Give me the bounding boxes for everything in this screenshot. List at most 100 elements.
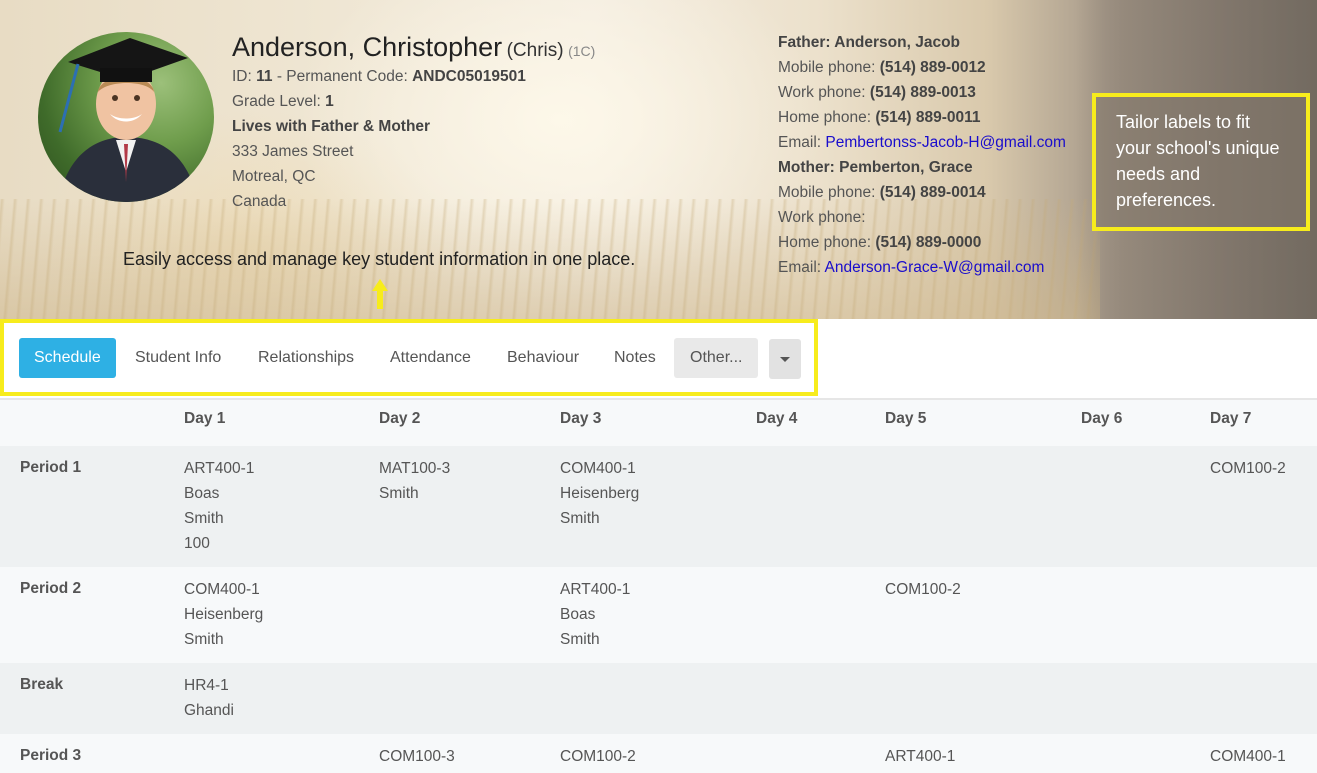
schedule-cell-line: Boas: [560, 606, 596, 623]
period-label: Period 2: [20, 580, 82, 597]
father-mobile: (514) 889-0012: [879, 59, 986, 76]
student-nickname: (Chris): [506, 40, 564, 61]
day-header: Day 4: [756, 410, 798, 427]
schedule-cell-line: Smith: [184, 631, 224, 648]
student-id-label: ID:: [232, 68, 257, 85]
student-name: Anderson, Christopher: [232, 32, 503, 62]
grade-level: 1: [325, 93, 334, 110]
tab-attendance[interactable]: Attendance: [390, 338, 471, 378]
mother-home-line: Home phone: (514) 889-0000: [778, 234, 981, 252]
tab-student-info[interactable]: Student Info: [135, 338, 221, 378]
schedule-cell-line: Ghandi: [184, 702, 234, 719]
father-email-link[interactable]: Pembertonss-Jacob-H@gmail.com: [825, 134, 1066, 151]
schedule-cell-line: Smith: [379, 485, 419, 502]
father-work-label: Work phone:: [778, 84, 870, 101]
schedule-cell-line: HR4-1: [184, 677, 229, 694]
father-home-label: Home phone:: [778, 109, 876, 126]
student-id-line: ID: 11 - Permanent Code: ANDC05019501: [232, 68, 526, 86]
schedule-cell-line: COM400-1: [1210, 748, 1286, 765]
tab-schedule[interactable]: Schedule: [19, 338, 116, 378]
mother-work-line: Work phone:: [778, 209, 866, 227]
schedule-cell-line: ART400-1: [560, 581, 631, 598]
caret-down-icon: [780, 357, 790, 362]
student-avatar: [38, 32, 214, 202]
schedule-cell: ART400-1: [885, 744, 955, 769]
father-work-line: Work phone: (514) 889-0013: [778, 84, 976, 102]
mother-mobile: (514) 889-0014: [879, 184, 986, 201]
tab-notes[interactable]: Notes: [614, 338, 656, 378]
schedule-cell-line: Smith: [184, 510, 224, 527]
schedule-cell-line: ART400-1: [885, 748, 956, 765]
schedule-cell-line: COM100-2: [1210, 460, 1286, 477]
student-id: 11: [256, 68, 273, 85]
schedule-cell: COM100-2: [1210, 456, 1286, 481]
father-email-line: Email: Pembertonss-Jacob-H@gmail.com: [778, 134, 1066, 152]
more-tabs-dropdown[interactable]: [769, 339, 801, 379]
schedule-cell: HR4-1 Ghandi: [184, 673, 234, 723]
address-line-1: 333 James Street: [232, 143, 354, 160]
day-header: Day 6: [1081, 410, 1123, 427]
schedule-cell: COM100-3: [379, 744, 455, 769]
mother-home: (514) 889-0000: [875, 234, 982, 251]
student-grade-code: (1C): [568, 43, 596, 59]
mother-heading: Mother: Pemberton, Grace: [778, 159, 973, 177]
schedule-cell-line: COM100-2: [560, 748, 636, 765]
day-header: Day 7: [1210, 410, 1252, 427]
mother-email-label: Email:: [778, 259, 825, 276]
schedule-cell: ART400-1 Boas Smith 100: [184, 456, 254, 556]
schedule-cell: COM400-1 Heisenberg Smith: [184, 577, 263, 652]
schedule-cell-line: 100: [184, 535, 210, 552]
tagline-annotation: Easily access and manage key student inf…: [123, 249, 636, 269]
mother-home-label: Home phone:: [778, 234, 876, 251]
table-row: [0, 734, 1317, 773]
day-header: Day 1: [184, 410, 226, 427]
period-label: Period 1: [20, 459, 82, 476]
mother-work-label: Work phone:: [778, 209, 866, 226]
student-photo-icon: [58, 38, 198, 202]
mother-mobile-line: Mobile phone: (514) 889-0014: [778, 184, 986, 202]
schedule-cell-line: MAT100-3: [379, 460, 451, 477]
schedule-cell-line: ART400-1: [184, 460, 255, 477]
father-mobile-line: Mobile phone: (514) 889-0012: [778, 59, 986, 77]
lives-with-text: Lives with Father & Mother: [232, 118, 431, 135]
schedule-cell: MAT100-3 Smith: [379, 456, 450, 506]
schedule-cell: COM400-1 Heisenberg Smith: [560, 456, 639, 531]
schedule-cell: COM100-2: [885, 577, 961, 602]
schedule-cell-line: COM100-2: [885, 581, 961, 598]
permanent-code: ANDC05019501: [412, 68, 526, 85]
arrow-up-icon: [372, 279, 388, 309]
tab-behaviour[interactable]: Behaviour: [507, 338, 579, 378]
tab-other[interactable]: Other...: [674, 338, 759, 378]
schedule-cell-line: Smith: [560, 510, 600, 527]
period-label: Break: [20, 676, 64, 693]
mother-email-link[interactable]: Anderson-Grace-W@gmail.com: [825, 259, 1045, 276]
schedule-cell-line: COM400-1: [560, 460, 636, 477]
schedule-cell-line: Heisenberg: [560, 485, 640, 502]
father-mobile-label: Mobile phone:: [778, 59, 880, 76]
father-home-line: Home phone: (514) 889-0011: [778, 109, 981, 127]
period-label: Period 3: [20, 747, 82, 764]
address-line-2: Motreal, QC: [232, 168, 316, 185]
schedule-cell: COM400-1: [1210, 744, 1286, 769]
mother-heading-text: Mother: Pemberton, Grace: [778, 159, 973, 176]
permanent-code-label: - Permanent Code:: [272, 68, 413, 85]
father-email-label: Email:: [778, 134, 826, 151]
schedule-cell-line: Boas: [184, 485, 220, 502]
father-work: (514) 889-0013: [869, 84, 976, 101]
lives-with: Lives with Father & Mother: [232, 118, 430, 136]
schedule-cell-line: COM400-1: [184, 581, 260, 598]
schedule-cell-line: COM100-3: [379, 748, 455, 765]
student-name-line: Anderson, Christopher (Chris) (1C): [232, 32, 595, 63]
grade-level-line: Grade Level: 1: [232, 93, 334, 111]
day-header: Day 3: [560, 410, 602, 427]
father-heading-text: Father: Anderson, Jacob: [778, 34, 961, 51]
day-header: Day 5: [885, 410, 927, 427]
schedule-cell: COM100-2: [560, 744, 636, 769]
father-heading: Father: Anderson, Jacob: [778, 34, 960, 52]
grade-level-label: Grade Level:: [232, 93, 326, 110]
schedule-cell-line: Heisenberg: [184, 606, 264, 623]
mother-mobile-label: Mobile phone:: [778, 184, 880, 201]
tab-relationships[interactable]: Relationships: [258, 338, 354, 378]
mother-email-line: Email: Anderson-Grace-W@gmail.com: [778, 259, 1044, 277]
labels-callout: Tailor labels to fit your school's uniqu…: [1092, 93, 1310, 231]
